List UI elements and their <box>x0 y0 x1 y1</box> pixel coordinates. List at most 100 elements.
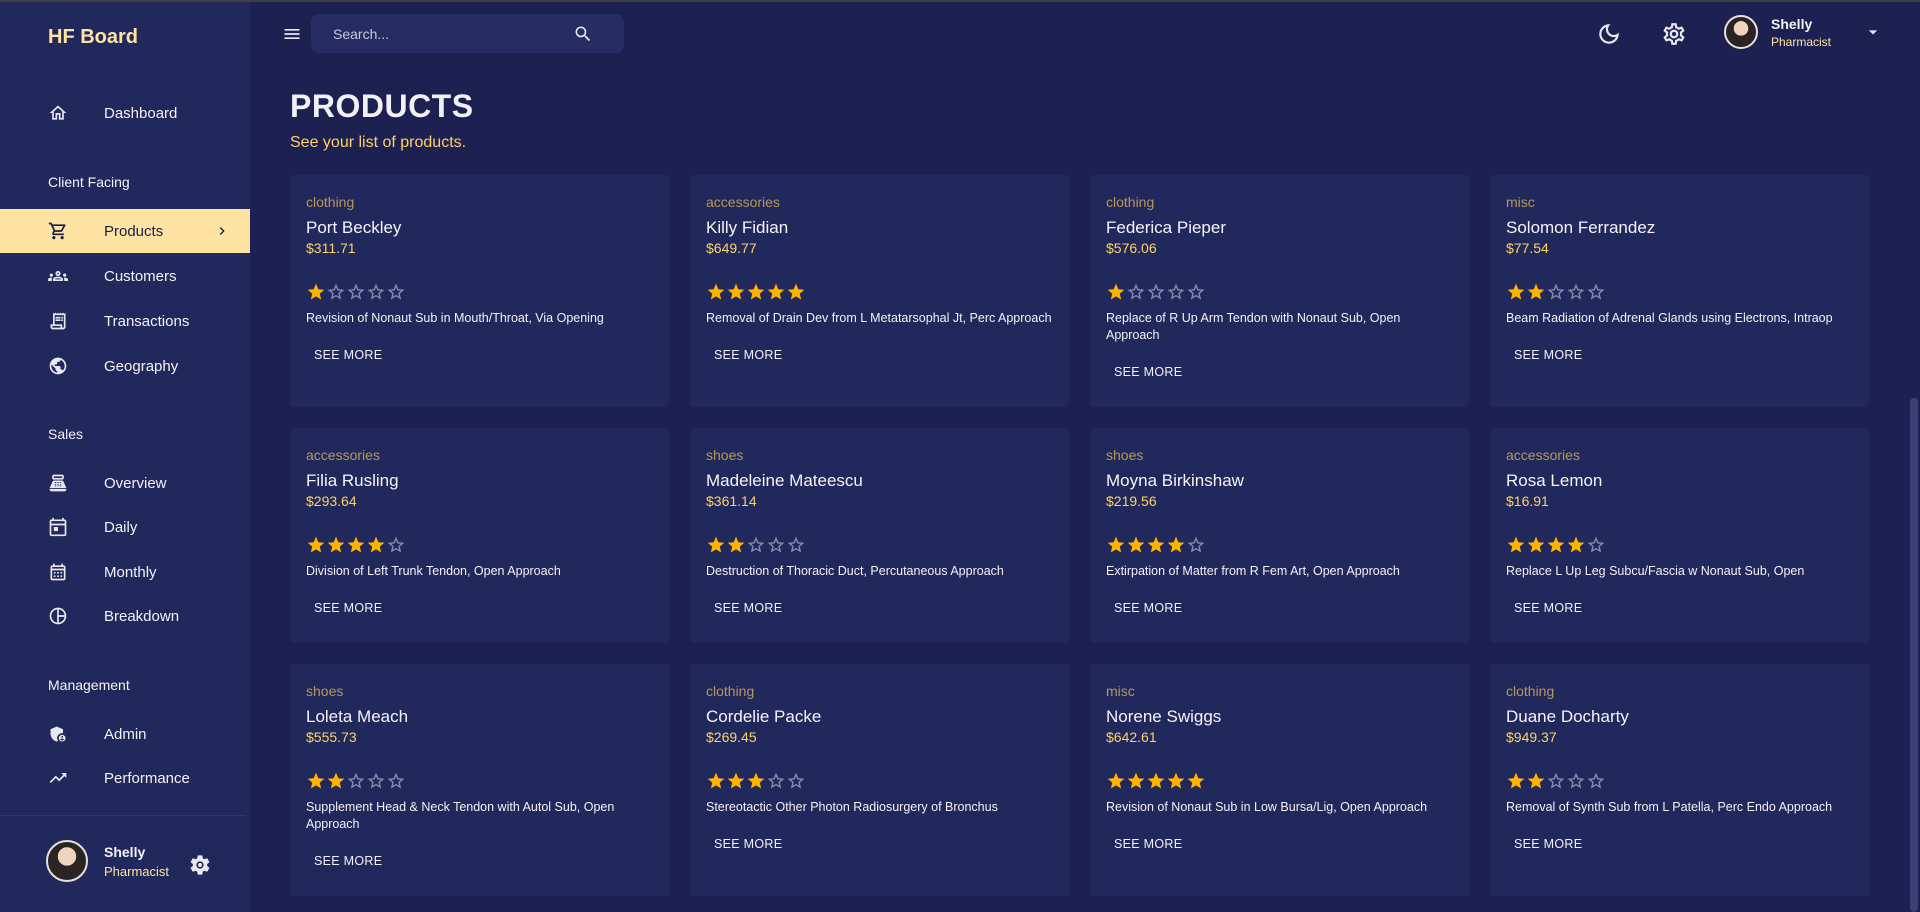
sidebar-item-overview[interactable]: Overview <box>0 461 250 505</box>
product-description: Removal of Synth Sub from L Patella, Per… <box>1506 800 1833 814</box>
product-description: Division of Left Trunk Tendon, Open Appr… <box>306 564 561 578</box>
star-filled-icon <box>1506 771 1526 791</box>
page-title: PRODUCTS <box>290 88 474 124</box>
chevron-right-icon <box>214 223 230 239</box>
product-card: shoes Moyna Birkinshaw $219.56 Extirpation … <box>1090 428 1469 642</box>
menu-icon[interactable] <box>282 24 302 44</box>
star-filled-icon <box>306 282 326 302</box>
star-outline-icon <box>1126 282 1146 302</box>
star-filled-icon <box>1146 771 1166 791</box>
star-filled-icon <box>1106 535 1126 555</box>
star-outline-icon <box>366 771 386 791</box>
sidebar-item-label: Dashboard <box>104 104 178 122</box>
product-category: misc <box>1506 194 1535 210</box>
topbar-user-menu[interactable]: Shelly Pharmacist <box>1724 15 1883 49</box>
star-filled-icon <box>366 535 386 555</box>
product-description: Revision of Nonaut Sub in Mouth/Throat, … <box>306 311 604 325</box>
search-input[interactable] <box>333 14 573 53</box>
globe-icon <box>48 356 68 376</box>
see-more-button[interactable]: SEE MORE <box>298 845 398 877</box>
see-more-button[interactable]: SEE MORE <box>698 828 798 860</box>
product-price: $16.91 <box>1506 493 1549 509</box>
product-price: $555.73 <box>306 729 357 745</box>
arrow-drop-down-icon <box>1863 22 1883 42</box>
sidebar-user: Shelly Pharmacist <box>46 840 169 882</box>
product-category: shoes <box>306 683 344 699</box>
sidebar-item-customers[interactable]: Customers <box>0 254 250 298</box>
sidebar-item-admin[interactable]: Admin <box>0 712 250 756</box>
product-name: Moyna Birkinshaw <box>1106 471 1244 490</box>
see-more-button[interactable]: SEE MORE <box>298 339 398 371</box>
rating-stars <box>1506 771 1606 791</box>
sidebar-item-label: Admin <box>104 725 147 743</box>
star-outline-icon <box>386 282 406 302</box>
product-name: Killy Fidian <box>706 218 789 237</box>
sidebar-item-label: Geography <box>104 357 179 375</box>
star-filled-icon <box>1106 771 1126 791</box>
star-filled-icon <box>746 282 766 302</box>
product-card: accessories Filia Rusling $293.64 Division … <box>290 428 669 642</box>
see-more-button[interactable]: SEE MORE <box>1098 592 1198 624</box>
star-filled-icon <box>706 535 726 555</box>
star-outline-icon <box>1566 771 1586 791</box>
sidebar-item-performance[interactable]: Performance <box>0 756 250 800</box>
sidebar-item-breakdown[interactable]: Breakdown <box>0 594 250 638</box>
sidebar-item-geography[interactable]: Geography <box>0 344 250 388</box>
rating-stars <box>706 535 806 555</box>
sidebar-item-products[interactable]: Products <box>0 209 250 253</box>
star-outline-icon <box>1566 282 1586 302</box>
star-outline-icon <box>346 771 366 791</box>
see-more-button[interactable]: SEE MORE <box>1098 356 1198 388</box>
see-more-button[interactable]: SEE MORE <box>698 339 798 371</box>
product-category: shoes <box>706 447 744 463</box>
sidebar-item-label: Customers <box>104 267 177 285</box>
star-filled-icon <box>1506 282 1526 302</box>
sidebar-item-daily[interactable]: Daily <box>0 505 250 549</box>
product-description: Stereotactic Other Photon Radiosurgery o… <box>706 800 998 814</box>
sidebar: HF Board Dashboard Client Facing Product… <box>0 2 250 912</box>
sidebar-item-monthly[interactable]: Monthly <box>0 550 250 594</box>
product-price: $293.64 <box>306 493 357 509</box>
product-category: clothing <box>706 683 755 699</box>
groups-icon <box>48 266 68 286</box>
product-price: $642.61 <box>1106 729 1157 745</box>
product-description: Revision of Nonaut Sub in Low Bursa/Lig,… <box>1106 800 1428 814</box>
dark-mode-icon[interactable] <box>1596 21 1622 47</box>
rating-stars <box>306 771 406 791</box>
star-filled-icon <box>326 771 346 791</box>
star-filled-icon <box>1146 535 1166 555</box>
sidebar-item-label: Monthly <box>104 563 157 581</box>
star-filled-icon <box>1126 771 1146 791</box>
see-more-button[interactable]: SEE MORE <box>1098 828 1198 860</box>
rating-stars <box>306 282 406 302</box>
star-outline-icon <box>386 771 406 791</box>
product-card: clothing Duane Docharty $949.37 Removal of … <box>1490 664 1869 896</box>
see-more-button[interactable]: SEE MORE <box>698 592 798 624</box>
star-filled-icon <box>1186 771 1206 791</box>
product-card: accessories Rosa Lemon $16.91 Replace L Up … <box>1490 428 1869 642</box>
see-more-button[interactable]: SEE MORE <box>1498 339 1598 371</box>
product-category: clothing <box>1506 683 1555 699</box>
trending-up-icon <box>48 768 68 788</box>
sidebar-item-dashboard[interactable]: Dashboard <box>0 91 250 135</box>
sidebar-item-transactions[interactable]: Transactions <box>0 299 250 343</box>
search-icon[interactable] <box>573 24 593 44</box>
star-outline-icon <box>1546 282 1566 302</box>
star-filled-icon <box>1526 282 1546 302</box>
admin-icon <box>48 724 68 744</box>
product-price: $576.06 <box>1106 240 1157 256</box>
product-name: Duane Docharty <box>1506 707 1629 726</box>
star-filled-icon <box>726 771 746 791</box>
see-more-button[interactable]: SEE MORE <box>298 592 398 624</box>
scrollbar-thumb[interactable] <box>1910 398 1918 912</box>
app-title[interactable]: HF Board <box>48 26 138 49</box>
product-category: clothing <box>306 194 355 210</box>
settings-icon[interactable] <box>188 853 212 877</box>
product-price: $269.45 <box>706 729 757 745</box>
settings-icon[interactable] <box>1661 21 1687 47</box>
star-filled-icon <box>1526 771 1546 791</box>
sidebar-item-label: Transactions <box>104 312 190 330</box>
see-more-button[interactable]: SEE MORE <box>1498 592 1598 624</box>
sidebar-divider <box>0 815 246 816</box>
see-more-button[interactable]: SEE MORE <box>1498 828 1598 860</box>
